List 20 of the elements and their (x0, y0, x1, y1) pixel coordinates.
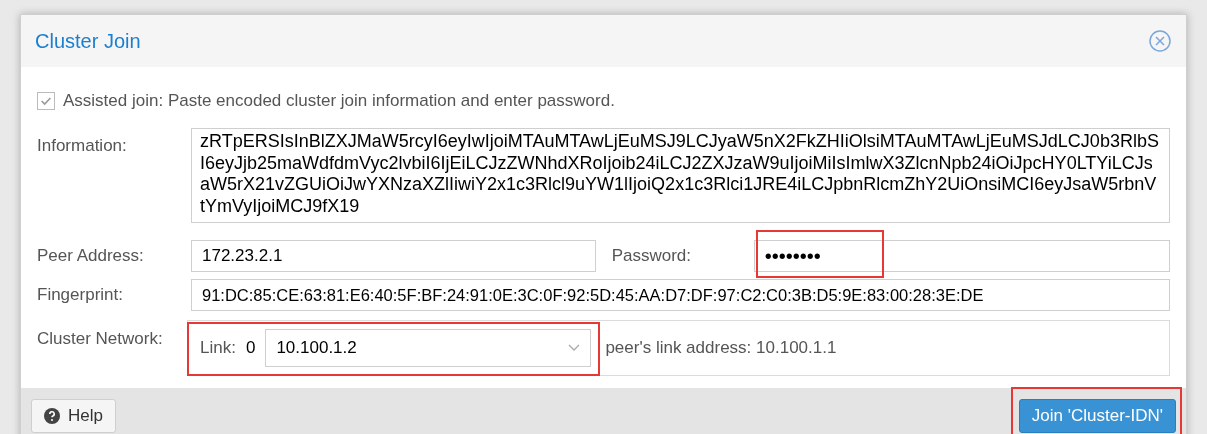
field-label: Information: (37, 135, 128, 157)
chevron-icon (568, 344, 581, 352)
field-label: Password: (610, 245, 692, 268)
help-button[interactable]: Help (31, 398, 116, 433)
peer-link-text: peer's link address: 10.100.1.1 (605, 337, 837, 360)
link-number: 0 (245, 337, 256, 360)
link-label: Link: (200, 337, 236, 360)
checkbox[interactable] (37, 92, 55, 110)
field-label: Peer Address: (37, 245, 145, 268)
help-icon (44, 407, 60, 424)
information-field[interactable]: zRTpERSIsInBlZXJMaW5rcyI6eyIwIjoiMTAuMTAwLjEuMSJ9LCJyaW5nX2FkZHIiOlsiMTAuMTAwLjEuMSJdLCJ0b3RlbSI6eyJjb25maWdfdmVyc2lvbiI6IjEiLCJzZWNhdXRoIjoib24iLCJ2ZXJzaW9uIjoiMiIsImlwX3ZlcnNpb24iOiJpcHY0LTYiLCJsaW5rX21vZGUiOiJwYXNzaXZlIiwiY2x1c3Rlcl9uYW1lIjoiQ2x1c3Rlci1JRE4iLCJpbnRlcmZhY2UiOnsiMCI6eyJsaW5rbnVtYmVyIjoiMCJ9fX19 (191, 128, 1170, 223)
link-address-dropdown[interactable]: 10.100.1.2 (265, 329, 592, 367)
peer-address-field[interactable]: 172.23.2.1 (191, 240, 596, 272)
window-title: Cluster Join (35, 29, 141, 54)
checkbox-label: Assisted join: Paste encoded cluster join information and enter password. (63, 90, 615, 113)
password-field[interactable]: •••••••• (753, 240, 1170, 272)
fingerprint-field[interactable]: 91:DC:85:CE:63:81:E6:40:5F:BF:24:91:0E:3C:0F:92:5D:45:AA:D7:DF:97:C2:C0:3B:D5:9E:83:00:28:3E:DE (191, 279, 1170, 311)
field-label: Cluster Network: (37, 328, 164, 350)
close-icon[interactable] (1148, 29, 1172, 53)
field-label: Fingerprint: (37, 284, 124, 307)
